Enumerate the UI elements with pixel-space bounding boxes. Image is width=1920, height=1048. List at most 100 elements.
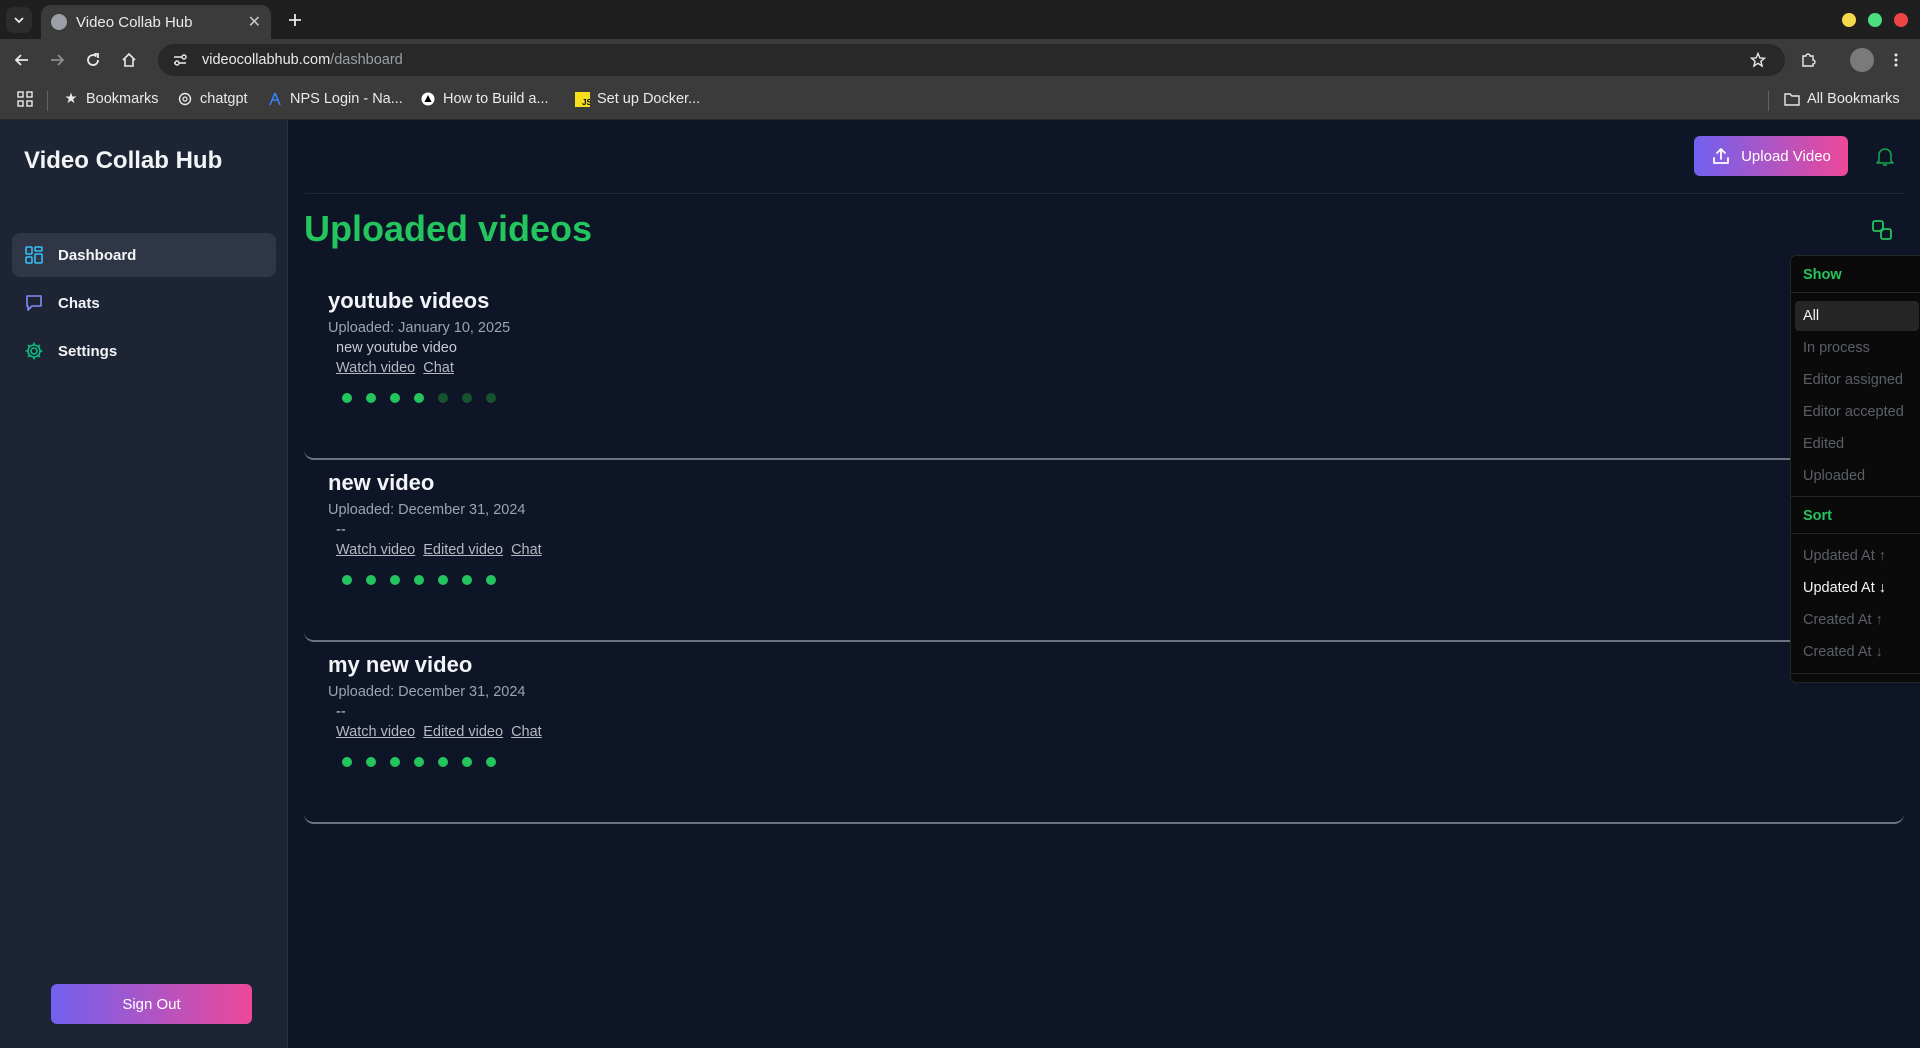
all-bookmarks-label: All Bookmarks bbox=[1807, 91, 1900, 107]
browser-tab[interactable]: Video Collab Hub ✕ bbox=[41, 5, 271, 39]
chat-link[interactable]: Chat bbox=[423, 360, 454, 376]
chat-icon bbox=[26, 295, 42, 311]
bookmark-bookmarks[interactable]: ★ Bookmarks bbox=[63, 91, 159, 107]
show-option-in-process[interactable]: In process bbox=[1795, 333, 1919, 363]
bookmark-label: Bookmarks bbox=[86, 91, 159, 107]
close-window-button[interactable] bbox=[1894, 13, 1908, 27]
video-title: my new video bbox=[328, 652, 473, 677]
show-option-editor-assigned[interactable]: Editor assigned bbox=[1795, 365, 1919, 395]
show-section-label: Show bbox=[1803, 267, 1842, 283]
sort-option-created-asc[interactable]: Created At ↑ bbox=[1795, 605, 1919, 635]
video-card: my new video Uploaded: December 31, 2024… bbox=[304, 642, 1904, 824]
bookmark-setup-docker[interactable]: JS Set up Docker... bbox=[574, 91, 700, 107]
progress-step-dot bbox=[366, 575, 376, 585]
sidebar-item-chats[interactable]: Chats bbox=[12, 281, 276, 325]
bookmark-label: How to Build a... bbox=[443, 91, 549, 107]
upload-video-label: Upload Video bbox=[1741, 147, 1831, 165]
dropdown-divider bbox=[1791, 673, 1920, 674]
chat-link[interactable]: Chat bbox=[511, 542, 542, 558]
dashboard-icon bbox=[25, 246, 43, 264]
nps-icon bbox=[267, 91, 283, 107]
dropdown-divider bbox=[1791, 496, 1920, 497]
sidebar-item-label: Dashboard bbox=[58, 246, 137, 264]
main-content: Upload Video Uploaded videos youtube vid… bbox=[289, 120, 1920, 1048]
puzzle-icon bbox=[1802, 53, 1816, 67]
svg-text:JS: JS bbox=[582, 98, 590, 107]
chevron-down-icon bbox=[14, 17, 24, 24]
apps-grid-icon bbox=[17, 91, 33, 107]
extensions-button[interactable] bbox=[1796, 48, 1820, 72]
browser-tab-strip: Video Collab Hub ✕ bbox=[0, 0, 1920, 39]
watch-video-link[interactable]: Watch video bbox=[336, 724, 415, 740]
apps-button[interactable] bbox=[17, 91, 33, 107]
show-option-uploaded[interactable]: Uploaded bbox=[1795, 461, 1919, 491]
home-button[interactable] bbox=[118, 49, 140, 71]
bookmarks-bar: ★ Bookmarks chatgpt NPS Login - Na... Ho… bbox=[0, 81, 1920, 120]
show-option-edited[interactable]: Edited bbox=[1795, 429, 1919, 459]
sidebar-item-dashboard[interactable]: Dashboard bbox=[12, 233, 276, 277]
video-description: new youtube video bbox=[336, 340, 457, 356]
bookmark-star-button[interactable] bbox=[1746, 48, 1770, 72]
progress-step-dot bbox=[342, 575, 352, 585]
new-tab-button[interactable] bbox=[283, 8, 307, 32]
tab-title: Video Collab Hub bbox=[76, 13, 193, 31]
progress-step-dot bbox=[342, 757, 352, 767]
chatgpt-icon bbox=[177, 91, 193, 107]
progress-step-dot bbox=[390, 393, 400, 403]
progress-step-dot bbox=[462, 393, 472, 403]
video-description: -- bbox=[336, 704, 346, 720]
sign-out-button[interactable]: Sign Out bbox=[51, 984, 252, 1024]
maximize-button[interactable] bbox=[1868, 13, 1882, 27]
video-description: -- bbox=[336, 522, 346, 538]
sidebar: Video Collab Hub Dashboard Chats Setting… bbox=[0, 120, 288, 1048]
reload-button[interactable] bbox=[82, 49, 104, 71]
chat-link[interactable]: Chat bbox=[511, 724, 542, 740]
bookmark-how-to-build[interactable]: How to Build a... bbox=[420, 91, 549, 107]
upload-video-button[interactable]: Upload Video bbox=[1694, 136, 1848, 176]
minimize-button[interactable] bbox=[1842, 13, 1856, 27]
address-bar[interactable]: videocollabhub.com/dashboard bbox=[158, 44, 1785, 76]
site-info-icon[interactable] bbox=[172, 52, 188, 68]
forward-button[interactable] bbox=[46, 49, 68, 71]
reload-icon bbox=[87, 53, 99, 66]
bookmarks-divider bbox=[1768, 91, 1769, 111]
js-icon: JS bbox=[574, 91, 590, 107]
back-button[interactable] bbox=[11, 49, 33, 71]
sort-section-label: Sort bbox=[1803, 508, 1832, 524]
bookmark-label: NPS Login - Na... bbox=[290, 91, 403, 107]
progress-step-dot bbox=[414, 575, 424, 585]
progress-step-dot bbox=[462, 757, 472, 767]
show-option-all[interactable]: All bbox=[1795, 301, 1919, 331]
arrow-left-icon bbox=[14, 54, 28, 66]
arrow-right-icon bbox=[51, 54, 65, 66]
sort-option-updated-desc[interactable]: Updated At ↓ bbox=[1795, 573, 1919, 603]
progress-step-dot bbox=[462, 575, 472, 585]
progress-step-dot bbox=[390, 757, 400, 767]
browser-menu-button[interactable] bbox=[1884, 48, 1908, 72]
all-bookmarks-button[interactable]: All Bookmarks bbox=[1784, 91, 1900, 107]
profile-avatar[interactable] bbox=[1850, 48, 1874, 72]
bookmark-nps-login[interactable]: NPS Login - Na... bbox=[267, 91, 403, 107]
edited-video-link[interactable]: Edited video bbox=[423, 542, 503, 558]
sort-option-updated-asc[interactable]: Updated At ↑ bbox=[1795, 541, 1919, 571]
video-card: youtube videos Uploaded: January 10, 202… bbox=[304, 278, 1904, 460]
url-text: videocollabhub.com/dashboard bbox=[202, 52, 403, 68]
progress-step-dot bbox=[486, 757, 496, 767]
video-links: Watch video Chat bbox=[336, 360, 454, 376]
video-links: Watch video Edited video Chat bbox=[336, 724, 542, 740]
tab-search-button[interactable] bbox=[6, 7, 32, 33]
star-icon: ★ bbox=[64, 91, 78, 107]
sort-option-created-desc[interactable]: Created At ↓ bbox=[1795, 637, 1919, 667]
star-icon bbox=[1750, 52, 1766, 68]
show-option-editor-accepted[interactable]: Editor accepted bbox=[1795, 397, 1919, 427]
edited-video-link[interactable]: Edited video bbox=[423, 724, 503, 740]
watch-video-link[interactable]: Watch video bbox=[336, 360, 415, 376]
sidebar-item-settings[interactable]: Settings bbox=[12, 329, 276, 373]
watch-video-link[interactable]: Watch video bbox=[336, 542, 415, 558]
close-icon[interactable]: ✕ bbox=[248, 12, 261, 32]
filter-sort-dropdown: Show All In process Editor assigned Edit… bbox=[1790, 255, 1920, 683]
bookmark-chatgpt[interactable]: chatgpt bbox=[177, 91, 248, 107]
bell-icon[interactable] bbox=[1873, 144, 1897, 168]
video-upload-date: Uploaded: December 31, 2024 bbox=[328, 502, 526, 518]
filter-sort-icon[interactable] bbox=[1870, 218, 1894, 242]
